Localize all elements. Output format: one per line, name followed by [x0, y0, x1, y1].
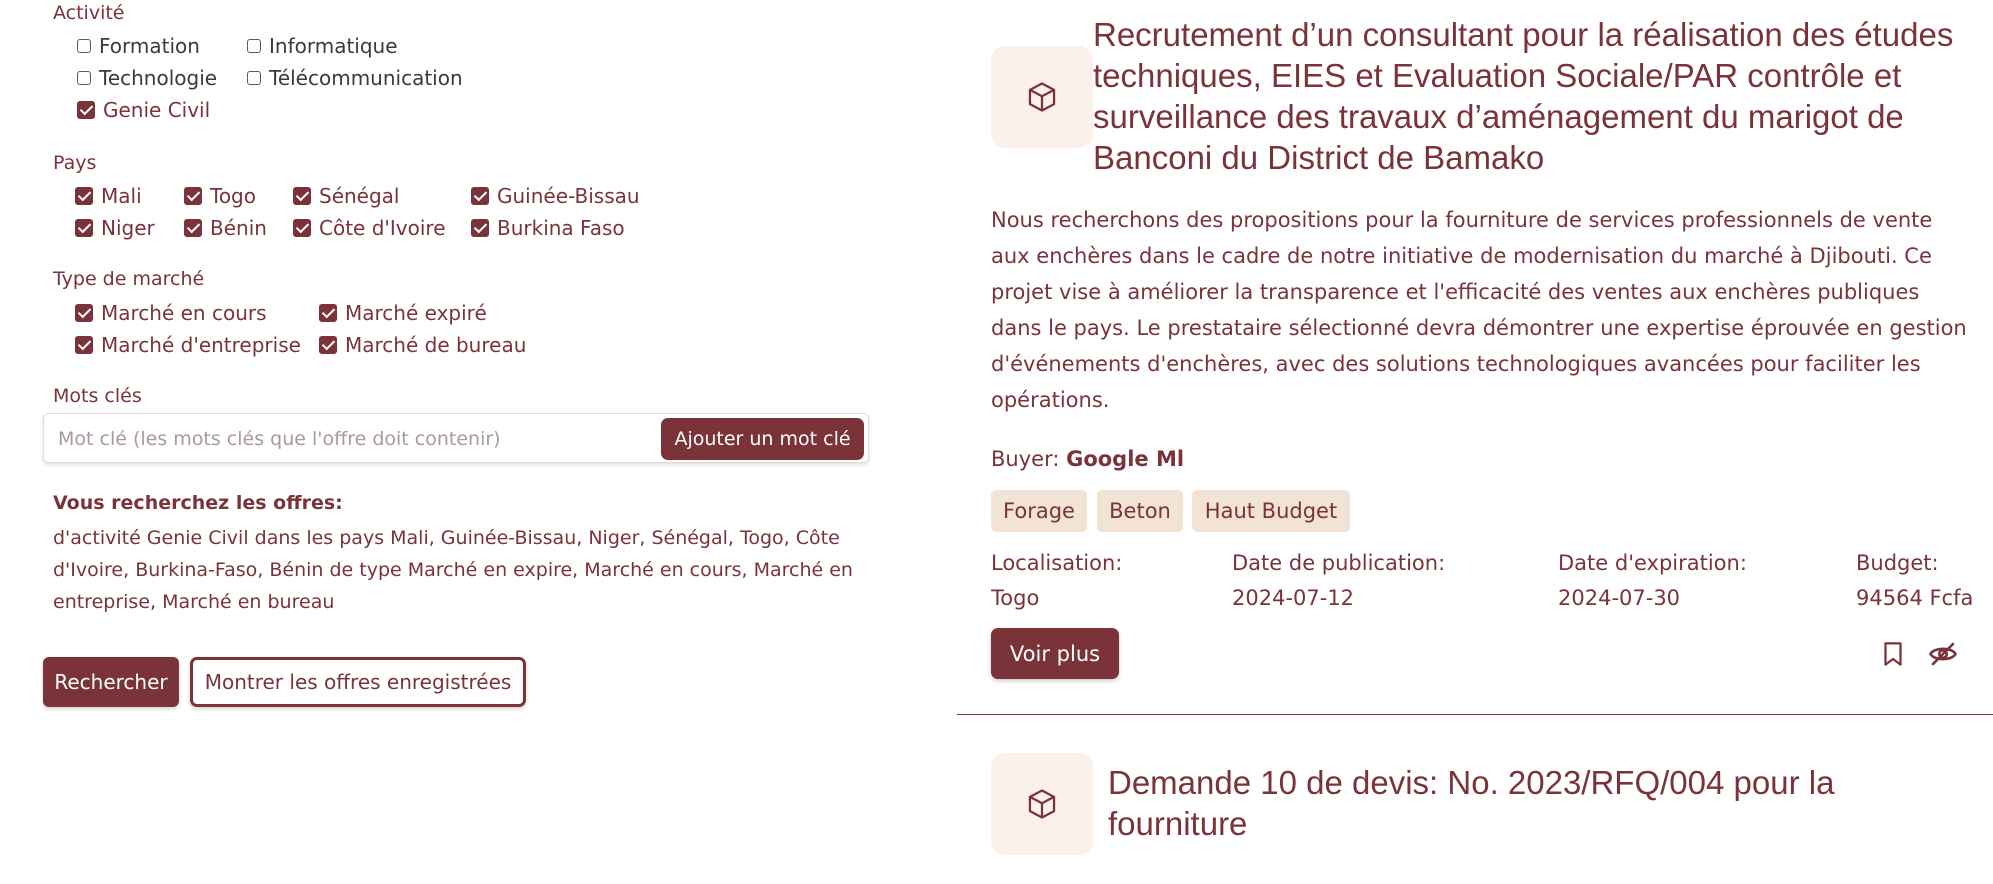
keyword-input[interactable] [58, 424, 658, 454]
offer-title[interactable]: Demande 10 de devis: No. 2023/RFQ/004 po… [1108, 762, 1908, 844]
buyer-label: Buyer: [991, 447, 1060, 471]
checkbox-label: Marché expiré [345, 301, 487, 325]
offer-icon-container [991, 46, 1093, 148]
checkbox-togo[interactable]: Togo [184, 184, 256, 208]
checkbox-informatique[interactable]: Informatique [247, 34, 398, 58]
checkbox-box[interactable] [77, 101, 95, 119]
location-value: Togo [991, 586, 1040, 610]
publication-date-value: 2024-07-12 [1232, 586, 1355, 610]
tag-forage: Forage [991, 490, 1087, 532]
checkbox-label: Sénégal [319, 184, 400, 208]
checkbox-label: Niger [101, 216, 155, 240]
checkbox-cote-divoire[interactable]: Côte d'Ivoire [293, 216, 446, 240]
eye-slash-icon [1929, 642, 1957, 666]
activity-label: Activité [53, 2, 125, 24]
bookmark-button[interactable] [1878, 638, 1908, 670]
checkbox-box[interactable] [75, 336, 93, 354]
checkbox-label: Côte d'Ivoire [319, 216, 446, 240]
checkbox-box[interactable] [77, 39, 91, 53]
checkbox-label: Formation [99, 34, 200, 58]
offer-divider [957, 714, 1993, 715]
checkbox-label: Marché d'entreprise [101, 333, 301, 357]
offer-description: Nous recherchons des propositions pour l… [991, 208, 1967, 412]
checkbox-formation[interactable]: Formation [77, 34, 200, 58]
offer-icon-container [991, 753, 1093, 855]
expiration-date-label: Date d'expiration: [1558, 551, 1747, 575]
publication-date-label: Date de publication: [1232, 551, 1446, 575]
offer-title[interactable]: Recrutement d’un consultant pour la réal… [1093, 14, 1973, 178]
checkbox-box[interactable] [293, 219, 311, 237]
buyer-name: Google Ml [1066, 447, 1185, 471]
checkbox-box[interactable] [319, 304, 337, 322]
checkbox-technologie[interactable]: Technologie [77, 66, 217, 90]
checkbox-box[interactable] [75, 219, 93, 237]
checkbox-box[interactable] [75, 304, 93, 322]
market-type-label: Type de marché [53, 268, 205, 290]
bookmark-icon [1884, 642, 1902, 666]
checkbox-senegal[interactable]: Sénégal [293, 184, 400, 208]
checkbox-label: Marché en cours [101, 301, 267, 325]
checkbox-label: Marché de bureau [345, 333, 527, 357]
budget-value: 94564 Fcfa [1856, 586, 1974, 610]
checkbox-box[interactable] [293, 187, 311, 205]
checkbox-benin[interactable]: Bénin [184, 216, 267, 240]
search-summary-title: Vous recherchez les offres: [53, 492, 343, 514]
checkbox-box[interactable] [471, 219, 489, 237]
country-label: Pays [53, 152, 97, 174]
checkbox-label: Bénin [210, 216, 267, 240]
checkbox-burkina-faso[interactable]: Burkina Faso [471, 216, 625, 240]
show-saved-offers-button[interactable]: Montrer les offres enregistrées [190, 657, 526, 707]
checkbox-niger[interactable]: Niger [75, 216, 155, 240]
checkbox-mali[interactable]: Mali [75, 184, 142, 208]
filters-panel: Activité Formation Informatique Technolo… [0, 0, 900, 884]
checkbox-box[interactable] [247, 71, 261, 85]
see-more-button[interactable]: Voir plus [991, 628, 1119, 679]
checkbox-label: Genie Civil [103, 98, 211, 122]
cube-icon [1028, 789, 1056, 819]
offer-buyer: Buyer: Google Ml [991, 447, 1184, 471]
checkbox-label: Guinée-Bissau [497, 184, 640, 208]
expiration-date-value: 2024-07-30 [1558, 586, 1681, 610]
checkbox-label: Mali [101, 184, 142, 208]
checkbox-box[interactable] [77, 71, 91, 85]
checkbox-box[interactable] [319, 336, 337, 354]
checkbox-label: Togo [210, 184, 256, 208]
location-label: Localisation: [991, 551, 1123, 575]
budget-label: Budget: [1856, 551, 1939, 575]
cube-icon [1028, 82, 1056, 112]
checkbox-genie-civil[interactable]: Genie Civil [77, 98, 210, 122]
tag-beton: Beton [1097, 490, 1183, 532]
search-button[interactable]: Rechercher [43, 657, 179, 707]
checkbox-label: Informatique [269, 34, 398, 58]
checkbox-marche-bureau[interactable]: Marché de bureau [319, 333, 526, 357]
checkbox-box[interactable] [184, 219, 202, 237]
search-summary-text: d'activité Genie Civil dans les pays Mal… [53, 527, 853, 613]
checkbox-marche-entreprise[interactable]: Marché d'entreprise [75, 333, 301, 357]
checkbox-label: Technologie [99, 66, 218, 90]
add-keyword-button[interactable]: Ajouter un mot clé [661, 418, 864, 460]
checkbox-marche-expire[interactable]: Marché expiré [319, 301, 487, 325]
checkbox-marche-en-cours[interactable]: Marché en cours [75, 301, 267, 325]
checkbox-guinee-bissau[interactable]: Guinée-Bissau [471, 184, 640, 208]
hide-offer-button[interactable] [1925, 636, 1961, 672]
checkbox-box[interactable] [471, 187, 489, 205]
checkbox-label: Télécommunication [269, 66, 463, 90]
keywords-label: Mots clés [53, 385, 142, 407]
checkbox-box[interactable] [184, 187, 202, 205]
checkbox-box[interactable] [75, 187, 93, 205]
checkbox-label: Burkina Faso [497, 216, 625, 240]
checkbox-telecommunication[interactable]: Télécommunication [247, 66, 463, 90]
tag-haut-budget: Haut Budget [1192, 490, 1350, 532]
keyword-input-group: Ajouter un mot clé [43, 413, 869, 463]
checkbox-box[interactable] [247, 39, 261, 53]
